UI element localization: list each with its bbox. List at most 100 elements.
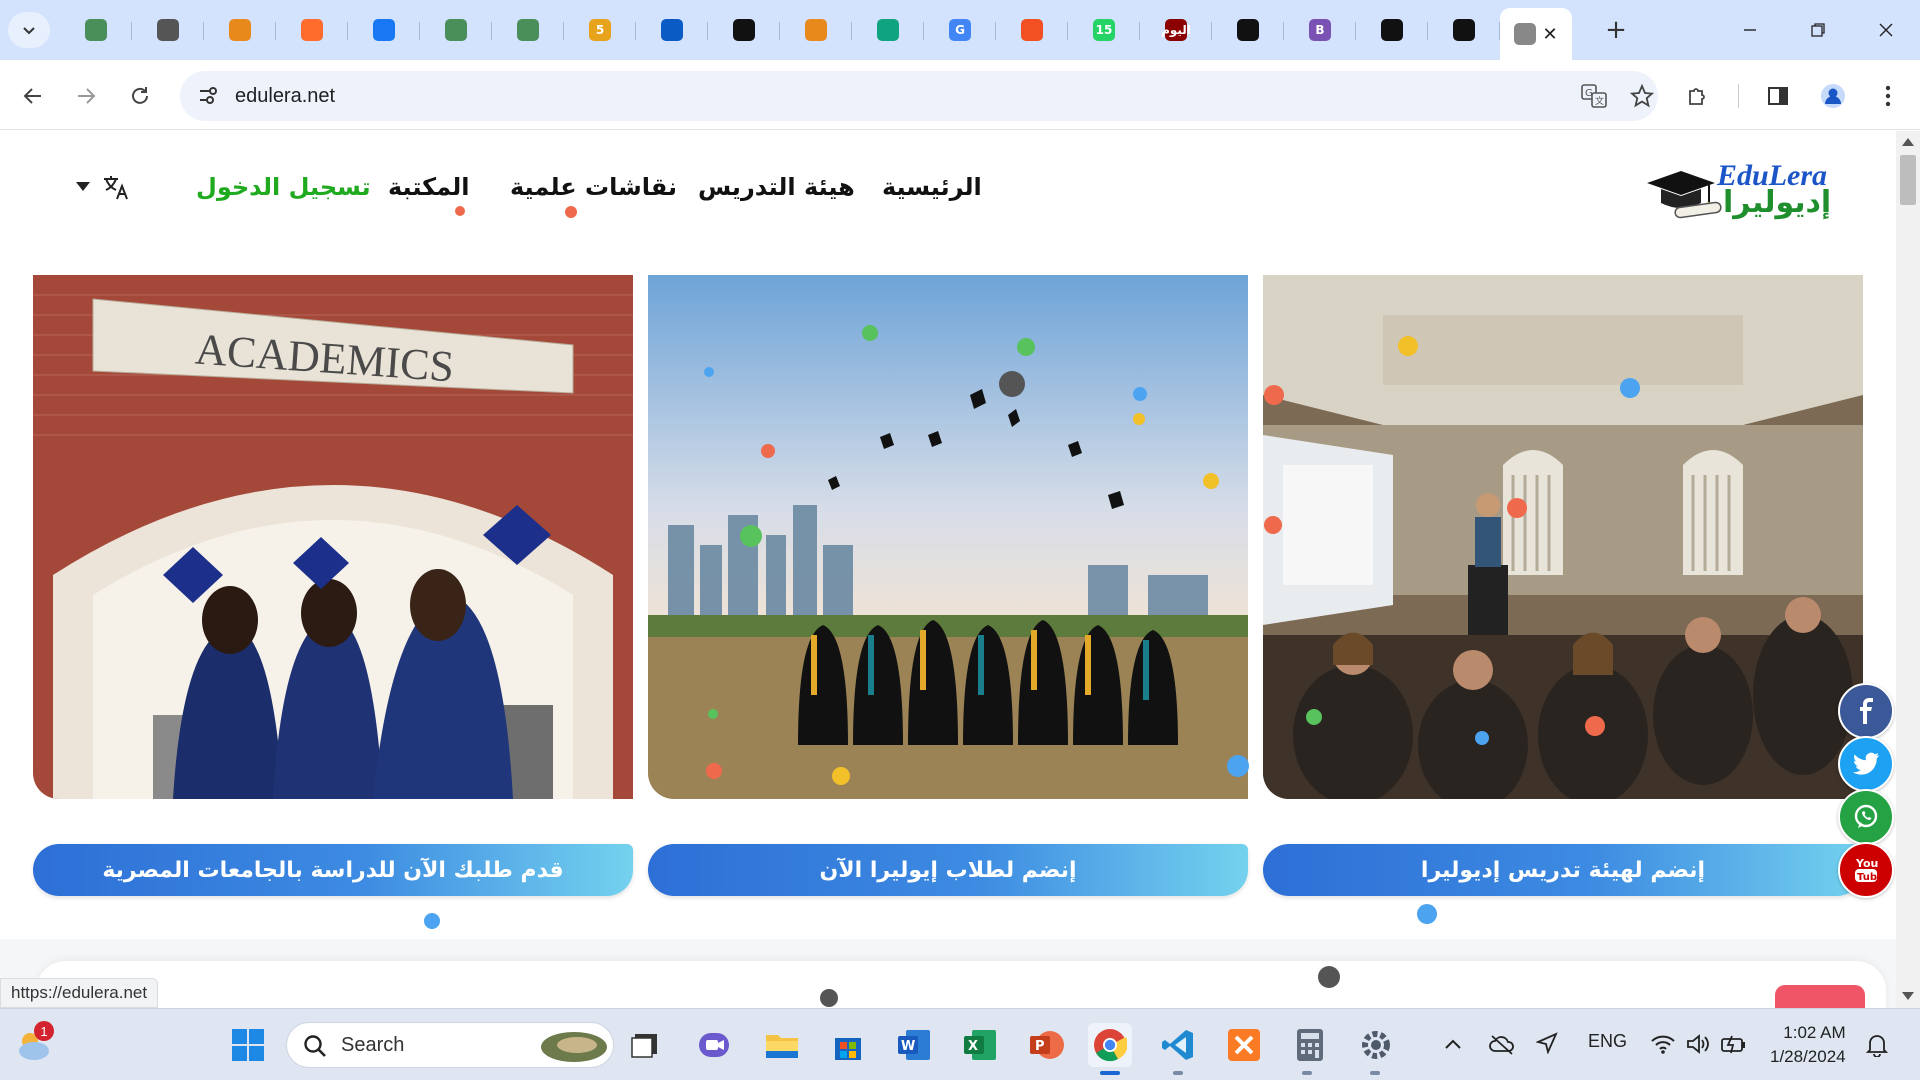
youtube-share-button[interactable]: You Tube [1838,842,1894,898]
browser-tab[interactable] [852,8,924,52]
scroll-up-icon[interactable] [1902,138,1914,146]
vscode-app[interactable] [1156,1023,1200,1067]
scrollbar-thumb[interactable] [1900,155,1916,205]
xampp-app[interactable] [1222,1023,1266,1067]
weather-widget[interactable]: 1 [12,1021,56,1067]
running-indicator [1370,1071,1380,1075]
back-button[interactable] [15,78,51,114]
browser-tab[interactable] [708,8,780,52]
minimize-button[interactable] [1716,0,1784,60]
browser-tab[interactable] [996,8,1068,52]
side-panel-icon [1768,87,1788,105]
forward-button[interactable] [68,78,104,114]
extensions-button[interactable] [1680,78,1716,114]
chrome-app[interactable] [1088,1023,1132,1067]
vscode-icon [1162,1030,1193,1060]
graduates-card-image[interactable] [648,275,1248,799]
page-scrollbar[interactable] [1896,131,1920,1008]
browser-tab[interactable] [60,8,132,52]
search-icon [304,1035,326,1057]
powerpoint-app[interactable]: P [1024,1023,1068,1067]
settings-app[interactable] [1354,1023,1398,1067]
volume-icon[interactable] [1686,1033,1710,1055]
nav-faculty[interactable]: هيئة التدريس [698,173,855,201]
excel-app[interactable]: X [958,1023,1002,1067]
browser-tab[interactable]: اليوم [1140,8,1212,52]
classroom-card-image[interactable] [1263,275,1863,799]
twitter-share-button[interactable] [1838,736,1894,792]
browser-tab[interactable]: B [1284,8,1356,52]
calculator-app[interactable] [1288,1023,1332,1067]
particle-dot [1227,755,1249,777]
facebook-share-button[interactable] [1838,683,1894,739]
word-app[interactable]: W [892,1023,936,1067]
browser-tab[interactable] [1212,8,1284,52]
browser-menu-button[interactable] [1870,78,1906,114]
xampp-icon [1228,1029,1260,1061]
language-switcher[interactable] [76,173,130,201]
microsoft-store-app[interactable] [826,1023,870,1067]
nav-library[interactable]: المكتبة [388,173,469,201]
weather-alert-badge: 1 [34,1021,54,1041]
arrow-right-icon [78,88,96,104]
onedrive-offline-icon[interactable] [1488,1033,1516,1055]
site-logo[interactable]: EduLera إديوليرا [1645,159,1857,229]
close-window-button[interactable] [1852,0,1920,60]
close-tab-icon[interactable]: ✕ [1542,24,1557,45]
battery-charging-icon[interactable] [1720,1033,1748,1055]
browser-tab[interactable] [276,8,348,52]
browser-tab[interactable] [348,8,420,52]
nav-home[interactable]: الرئيسية [882,173,982,201]
profile-button[interactable] [1815,78,1851,114]
start-button[interactable] [226,1023,270,1067]
codepen-icon [733,19,755,41]
browser-tab[interactable] [132,8,204,52]
browser-tab[interactable]: 15 [1068,8,1140,52]
phpmyadmin-icon [805,19,827,41]
join-faculty-button[interactable]: إنضم لهيئة تدريس إديوليرا [1263,844,1863,896]
browser-tab[interactable] [1356,8,1428,52]
new-tab-button[interactable]: + [1598,12,1634,48]
taskbar-search-box[interactable]: Search [286,1022,614,1068]
academics-card-image[interactable]: ACADEMICS [33,275,633,799]
apply-egyptian-universities-button[interactable]: قدم طلبك الآن للدراسة بالجامعات المصرية [33,844,633,896]
browser-tab[interactable] [492,8,564,52]
join-students-button[interactable]: إنضم لطلاب إيوليرا الآن [648,844,1248,896]
browser-tab[interactable] [1428,8,1500,52]
scroll-down-icon[interactable] [1902,992,1914,1000]
particle-dot [1620,378,1640,398]
browser-tab[interactable]: 5 [564,8,636,52]
svg-text:Tube: Tube [1857,872,1880,883]
maximize-button[interactable] [1784,0,1852,60]
whatsapp-share-button[interactable] [1838,789,1894,845]
chevron-up-icon[interactable] [1444,1037,1462,1051]
browser-tab[interactable] [204,8,276,52]
teams-chat-app[interactable] [692,1023,736,1067]
browser-tab[interactable]: G [924,8,996,52]
chat-icon [699,1033,729,1057]
site-settings-icon[interactable] [198,86,220,106]
address-bar[interactable]: edulera.net G文 [180,71,1658,121]
particle-dot [832,767,850,785]
bookmark-button[interactable] [1624,78,1660,114]
scroll-to-top-button[interactable] [1775,985,1865,1008]
nav-discussions[interactable]: نقاشات علمية [510,173,677,201]
browser-tab[interactable] [420,8,492,52]
notification-bell-icon[interactable] [1866,1033,1888,1057]
browser-tab[interactable] [780,8,852,52]
reload-button[interactable] [122,78,158,114]
input-language[interactable]: ENG [1588,1031,1627,1052]
file-explorer-app[interactable] [760,1023,804,1067]
task-view-button[interactable] [624,1023,668,1067]
browser-tab[interactable]: ✕ [1500,8,1572,60]
side-panel-button[interactable] [1760,78,1796,114]
wifi-icon[interactable] [1650,1033,1676,1055]
browser-tab[interactable] [636,8,708,52]
tab-search-button[interactable] [8,12,50,48]
nav-login[interactable]: تسجيل الدخول [196,173,371,201]
particle-dot [1264,516,1282,534]
location-icon[interactable] [1536,1032,1558,1054]
system-clock[interactable]: 1:02 AM 1/28/2024 [1770,1021,1846,1069]
html5-icon: 5 [589,19,611,41]
translate-page-button[interactable]: G文 [1576,78,1612,114]
